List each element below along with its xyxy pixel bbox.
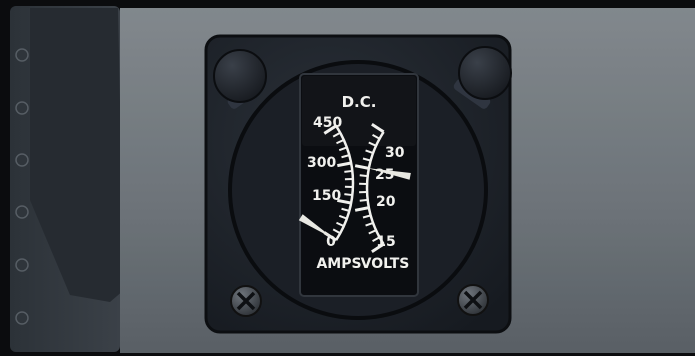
amps-tick-label: 0 [326,234,336,250]
glass-glare [302,76,416,146]
volts-tick-label: 30 [385,145,405,161]
amps-tick-label: 300 [307,155,336,171]
minor-tick [359,174,368,178]
minor-tick [344,193,353,197]
volts-tick-label: 20 [376,194,396,210]
cockpit-scene: D.C. 450 300 150 0 30 25 20 15 AMPS VOLT… [0,0,695,356]
amps-tick-label: 150 [312,188,341,204]
volts-unit-label: VOLTS [361,256,410,272]
gauge-svg: D.C. 450 300 150 0 30 25 20 15 AMPS VOLT… [0,0,695,356]
phillips-screw-icon [457,284,489,316]
volts-tick-label: 15 [376,234,395,250]
minor-tick [344,169,353,173]
minor-tick [359,198,368,202]
amps-unit-label: AMPS [316,256,361,272]
phillips-screw-icon [230,285,262,317]
